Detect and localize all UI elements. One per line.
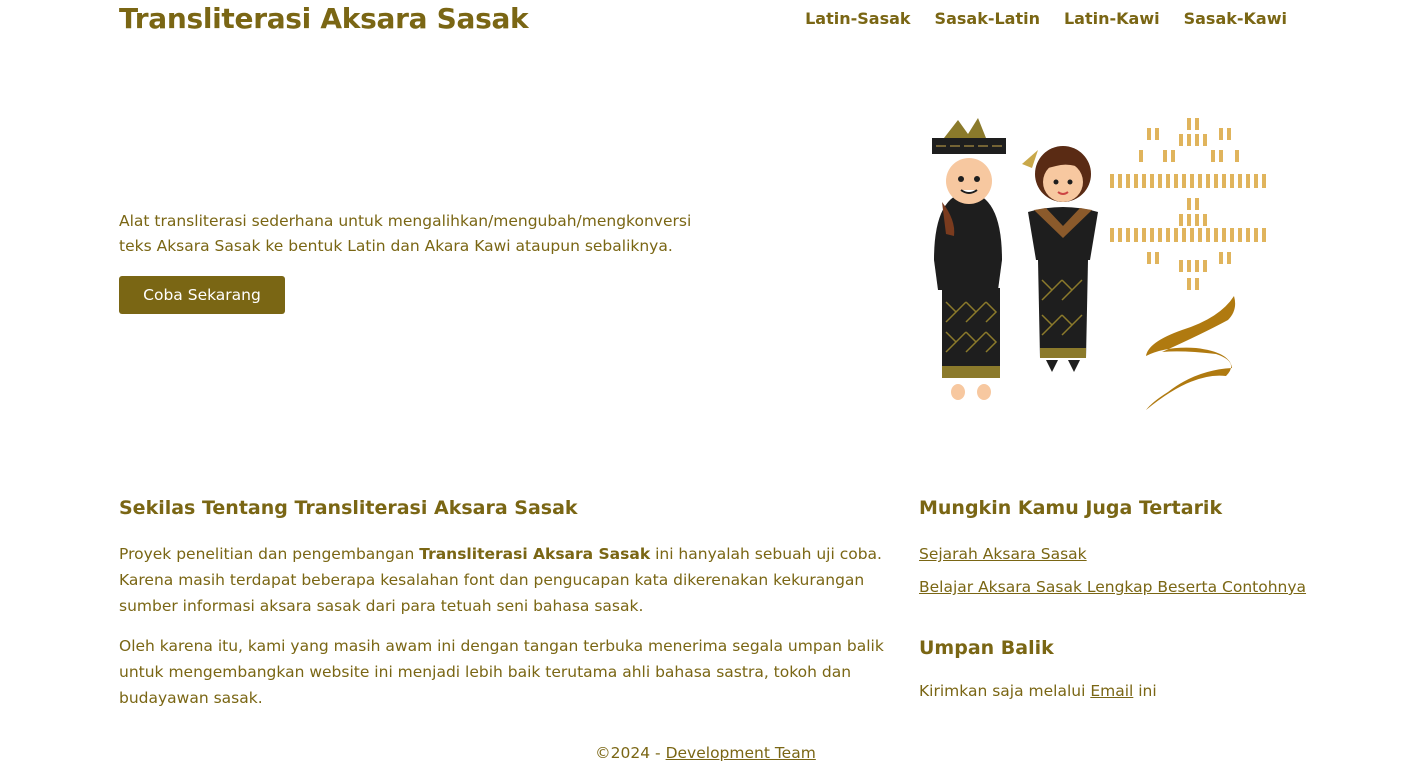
footer-copyright: ©2024 - bbox=[595, 744, 666, 762]
related-link-learn[interactable]: Belajar Aksara Sasak Lengkap Beserta Con… bbox=[919, 578, 1306, 596]
feedback-text: Kirimkan saja melalui Email ini bbox=[919, 682, 1157, 700]
nav-sasak-kawi[interactable]: Sasak-Kawi bbox=[1184, 9, 1287, 28]
about-p1-intro: Proyek penelitian dan pengembangan bbox=[119, 545, 420, 563]
related-heading: Mungkin Kamu Juga Tertarik bbox=[919, 497, 1223, 519]
about-heading: Sekilas Tentang Transliterasi Aksara Sas… bbox=[119, 497, 578, 519]
try-now-button[interactable]: Coba Sekarang bbox=[119, 276, 285, 314]
aksara-motif bbox=[1110, 118, 1266, 410]
nav-latin-kawi[interactable]: Latin-Kawi bbox=[1064, 9, 1160, 28]
main-nav: Latin-Sasak Sasak-Latin Latin-Kawi Sasak… bbox=[805, 9, 1287, 28]
man-figure bbox=[932, 118, 1006, 400]
nav-sasak-latin[interactable]: Sasak-Latin bbox=[935, 9, 1040, 28]
about-paragraph-1: Proyek penelitian dan pengembangan Trans… bbox=[119, 541, 899, 619]
related-link-history[interactable]: Sejarah Aksara Sasak bbox=[919, 545, 1087, 563]
footer: ©2024 - Development Team bbox=[0, 744, 1411, 762]
hero-description: Alat transliterasi sederhana untuk menga… bbox=[119, 212, 692, 255]
development-team-link[interactable]: Development Team bbox=[666, 744, 816, 762]
about-paragraph-2: Oleh karena itu, kami yang masih awam in… bbox=[119, 637, 884, 707]
nav-latin-sasak[interactable]: Latin-Sasak bbox=[805, 9, 910, 28]
about-p1-highlight: Transliterasi Aksara Sasak bbox=[419, 545, 651, 563]
feedback-heading: Umpan Balik bbox=[919, 637, 1054, 659]
email-link[interactable]: Email bbox=[1090, 682, 1133, 700]
sasak-couple-illustration bbox=[932, 118, 1266, 410]
feedback-intro: Kirimkan saja melalui bbox=[919, 682, 1091, 700]
site-title[interactable]: Transliterasi Aksara Sasak bbox=[119, 2, 529, 35]
woman-figure bbox=[1022, 146, 1098, 372]
feedback-end: ini bbox=[1133, 682, 1157, 700]
